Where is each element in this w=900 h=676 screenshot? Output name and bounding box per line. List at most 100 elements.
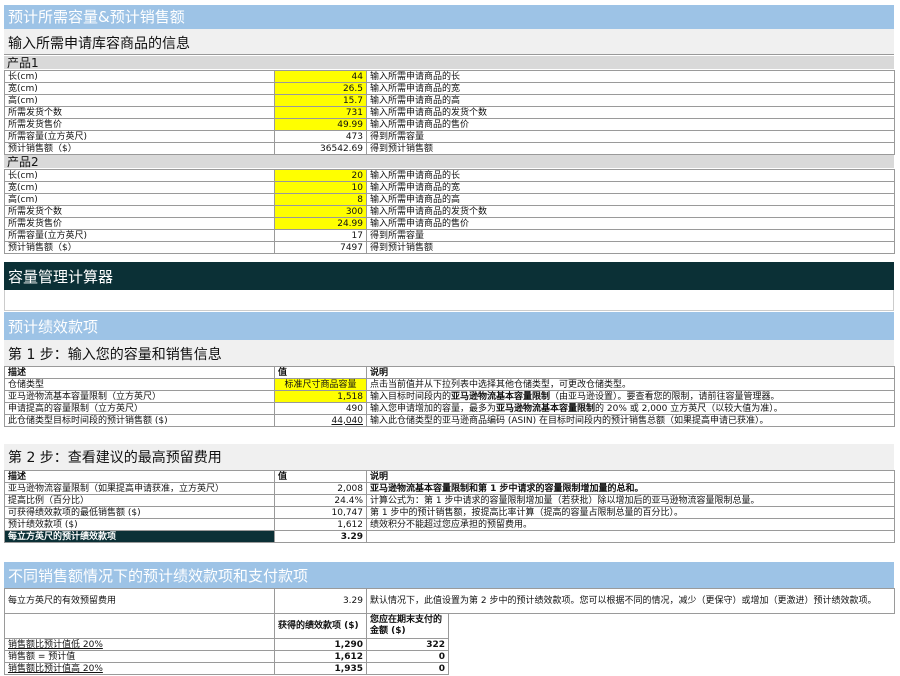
header-note: 说明 (366, 366, 895, 379)
step1-table: 描述 值 说明 仓储类型 标准尺寸商品容量 点击当前值并从下拉列表中选择其他仓储… (4, 366, 895, 427)
product-field-input[interactable]: 49.99 (274, 118, 367, 131)
base-capacity-input[interactable]: 1,518 (274, 390, 367, 403)
product-field-label: 所需发货售价 (4, 118, 275, 131)
product-field-note: 得到所需容量 (366, 229, 895, 242)
scenario-col2: 您应在期末支付的金额 ($) (366, 613, 449, 639)
effective-fee-note: 默认情况下，此值设置为第 2 步中的预计绩效款项。您可以根据不同的情况，减少（更… (365, 588, 896, 614)
storage-type-label: 仓储类型 (4, 378, 275, 391)
product-field-note: 得到预计销售额 (366, 142, 895, 155)
product-field-note: 输入所需申请商品的宽 (366, 82, 895, 95)
product-row: 所需容量(立方英尺) 17 得到所需容量 (4, 229, 895, 242)
fba-limit-value: 2,008 (274, 482, 367, 495)
scenario-empty (449, 663, 895, 675)
per-cubic-foot-value: 3.29 (274, 530, 367, 543)
product-field-input[interactable]: 10 (274, 181, 367, 194)
effective-fee-input[interactable]: 3.29 (274, 588, 367, 614)
product-field-label: 宽(cm) (4, 181, 275, 194)
est-performance-note: 绩效积分不能超过您应承担的预留费用。 (366, 518, 895, 531)
product-table: 长(cm) 20 输入所需申请商品的长 宽(cm) 10 输入所需申请商品的宽 高(cm) 8… (4, 169, 895, 254)
product-row: 所需发货售价 49.99 输入所需申请商品的售价 (4, 118, 895, 131)
requested-increase-note: 输入您申请增加的容量，最多为亚马逊物流基本容量限制的 20% 或 2,000 立… (366, 402, 895, 415)
scenario-empty (449, 651, 895, 663)
product-row: 长(cm) 20 输入所需申请商品的长 (4, 169, 895, 182)
product-field-label: 预计销售额（$） (4, 241, 275, 254)
product-field-label: 高(cm) (4, 193, 275, 206)
product-field-result: 17 (274, 229, 367, 242)
per-cubic-foot-label: 每立方英尺的预计绩效款项 (4, 530, 275, 543)
scenario-row-high-v2: 0 (366, 662, 449, 675)
scenario-row-equal-v1: 1,612 (274, 650, 367, 663)
product-field-input[interactable]: 26.5 (274, 82, 367, 95)
product-field-input[interactable]: 300 (274, 205, 367, 218)
requested-increase-label: 申请提高的容量限制（立方英尺） (4, 402, 275, 415)
product-field-label: 预计销售额（$） (4, 142, 275, 155)
header-value: 值 (274, 470, 367, 483)
scenario-row-low-label: 销售额比预计值低 20% (4, 638, 275, 651)
product-row: 高(cm) 8 输入所需申请商品的高 (4, 193, 895, 206)
product-field-input[interactable]: 44 (274, 70, 367, 83)
scenario-blank (4, 613, 275, 639)
storage-type-select[interactable]: 标准尺寸商品容量 (274, 378, 367, 391)
section-input-title: 输入所需申请库容商品的信息 (4, 29, 894, 55)
product-field-label: 所需发货个数 (4, 205, 275, 218)
performance-header: 预计绩效款项 (4, 312, 894, 340)
product-field-label: 所需发货售价 (4, 217, 275, 230)
effective-fee-label: 每立方英尺的有效预留费用 (4, 588, 275, 614)
product-field-note: 输入所需申请商品的宽 (366, 181, 895, 194)
product-field-note: 得到所需容量 (366, 130, 895, 143)
product-row: 预计销售额（$） 7497 得到预计销售额 (4, 241, 895, 254)
product-table: 长(cm) 44 输入所需申请商品的长 宽(cm) 26.5 输入所需申请商品的宽 高(cm… (4, 70, 895, 155)
product-field-note: 输入所需申请商品的高 (366, 193, 895, 206)
product-field-note: 输入所需申请商品的售价 (366, 217, 895, 230)
increase-ratio-label: 提高比例（百分比） (4, 494, 275, 507)
product-field-input[interactable]: 15.7 (274, 94, 367, 107)
scenario-row-low-v1: 1,290 (274, 638, 367, 651)
product-field-label: 长(cm) (4, 70, 275, 83)
product-field-result: 7497 (274, 241, 367, 254)
product-field-label: 所需容量(立方英尺) (4, 229, 275, 242)
storage-type-note: 点击当前值并从下拉列表中选择其他仓储类型，可更改仓储类型。 (366, 378, 895, 391)
scenario-row-low-v2: 322 (366, 638, 449, 651)
product-row: 所需发货售价 24.99 输入所需申请商品的售价 (4, 217, 895, 230)
product-field-result: 473 (274, 130, 367, 143)
est-performance-label: 预计绩效款项 ($) (4, 518, 275, 531)
calculator-title: 容量管理计算器 (4, 262, 894, 290)
scenario-table: 每立方英尺的有效预留费用 3.29 默认情况下，此值设置为第 2 步中的预计绩效… (4, 588, 896, 675)
min-sales-value: 10,747 (274, 506, 367, 519)
product-row: 所需发货个数 731 输入所需申请商品的发货个数 (4, 106, 895, 119)
est-performance-value: 1,612 (274, 518, 367, 531)
min-sales-label: 可获得绩效款项的最低销售额 ($) (4, 506, 275, 519)
header-desc: 描述 (4, 470, 275, 483)
header-value: 值 (274, 366, 367, 379)
product-field-input[interactable]: 8 (274, 193, 367, 206)
step2-title: 第 2 步：查看建议的最高预留费用 (4, 444, 894, 470)
product-field-label: 高(cm) (4, 94, 275, 107)
product-field-input[interactable]: 731 (274, 106, 367, 119)
scenario-row-high-v1: 1,935 (274, 662, 367, 675)
product-field-input[interactable]: 24.99 (274, 217, 367, 230)
fba-limit-label: 亚马逊物流容量限制（如果提高申请获准，立方英尺） (4, 482, 275, 495)
scenario-row-equal-label: 销售额 = 预计值 (4, 650, 275, 663)
product-field-result: 36542.69 (274, 142, 367, 155)
product-row: 高(cm) 15.7 输入所需申请商品的高 (4, 94, 895, 107)
product-field-label: 长(cm) (4, 169, 275, 182)
base-capacity-label: 亚马逊物流基本容量限制（立方英尺） (4, 390, 275, 403)
product-field-input[interactable]: 20 (274, 169, 367, 182)
scenario-row-equal-v2: 0 (366, 650, 449, 663)
product-field-label: 所需发货个数 (4, 106, 275, 119)
base-capacity-note: 输入目标时间段内的亚马逊物流基本容量限制（由亚马逊设置）。要查看您的限制，请前往… (366, 390, 895, 403)
product-row: 宽(cm) 10 输入所需申请商品的宽 (4, 181, 895, 194)
increase-ratio-value: 24.4% (274, 494, 367, 507)
scenario-empty (449, 614, 895, 639)
calculator-spacer (4, 290, 894, 311)
step2-table: 描述 值 说明 亚马逊物流容量限制（如果提高申请获准，立方英尺） 2,008 亚… (4, 470, 895, 543)
estimated-sales-input[interactable]: 44,040 (274, 414, 367, 427)
scenario-header: 不同销售额情况下的预计绩效款项和支付款项 (4, 562, 894, 588)
product-field-note: 输入所需申请商品的长 (366, 70, 895, 83)
product-field-note: 得到预计销售额 (366, 241, 895, 254)
estimated-sales-label: 此仓储类型目标时间段的预计销售额 ($) (4, 414, 275, 427)
requested-increase-input[interactable]: 490 (274, 402, 367, 415)
product-field-note: 输入所需申请商品的发货个数 (366, 205, 895, 218)
step1-title: 第 1 步：输入您的容量和销售信息 (4, 340, 894, 366)
scenario-row-high-label: 销售额比预计值高 20% (4, 662, 275, 675)
